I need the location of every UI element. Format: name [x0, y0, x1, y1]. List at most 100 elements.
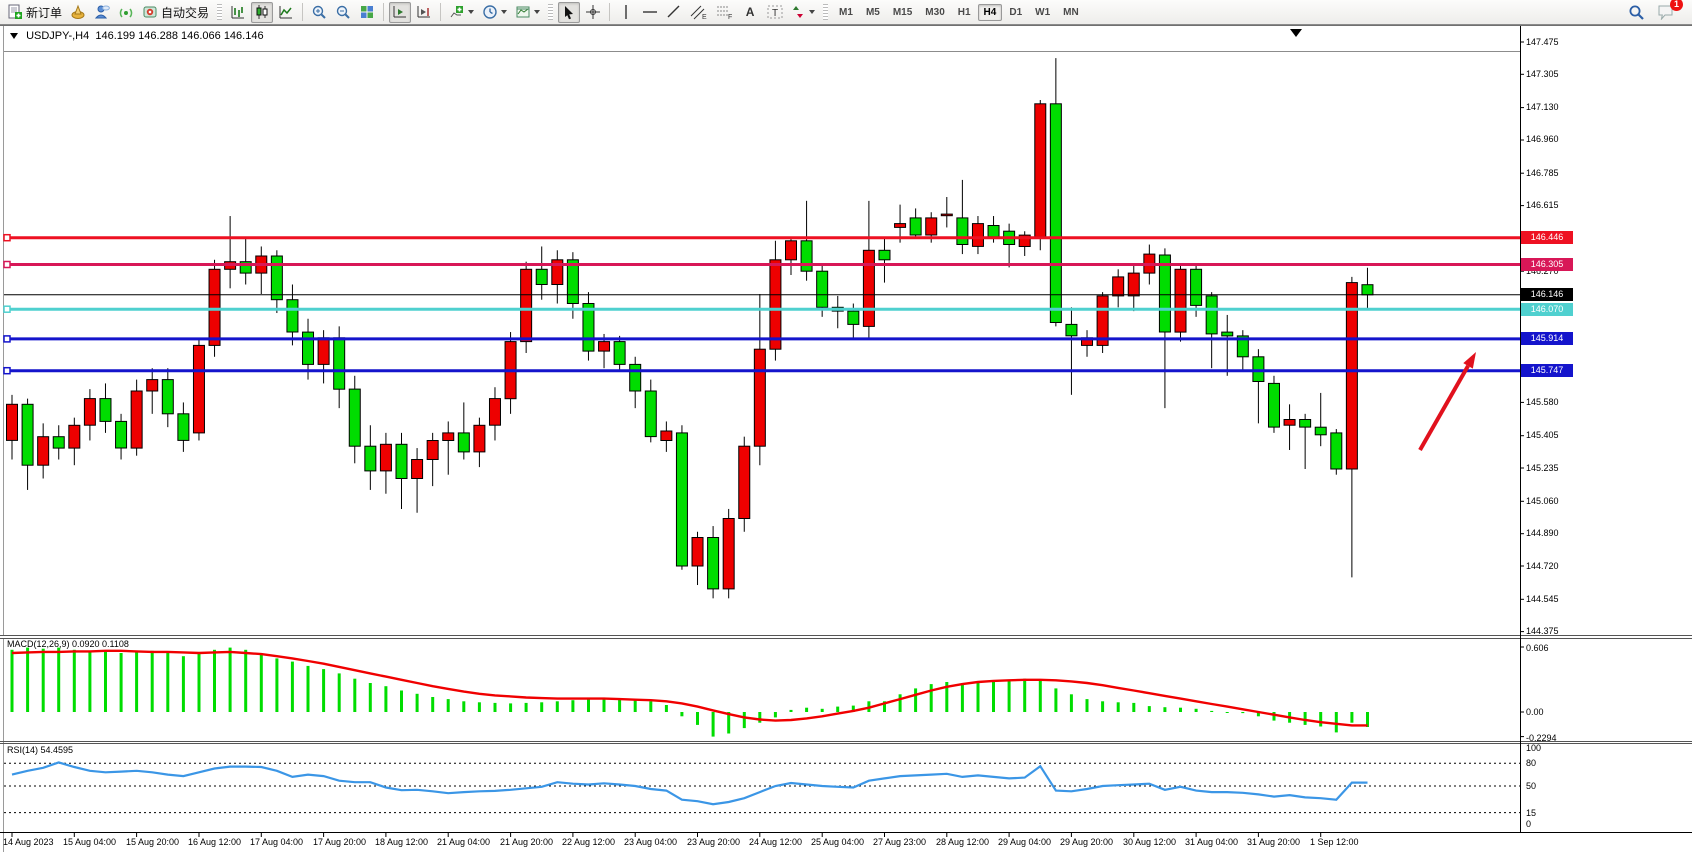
price-level-label: 146.446 — [1521, 231, 1573, 244]
toolbar-grip[interactable] — [823, 4, 828, 20]
time-label: 1 Sep 12:00 — [1310, 837, 1359, 847]
time-label: 29 Aug 20:00 — [1060, 837, 1113, 847]
macd-tick: 0.606 — [1526, 643, 1586, 653]
zoom-in-icon — [311, 4, 327, 20]
tile-windows-button[interactable] — [356, 2, 378, 23]
publish-button[interactable] — [67, 2, 89, 23]
price-level-label: 145.914 — [1521, 332, 1573, 345]
horizontal-line-button[interactable] — [639, 2, 661, 23]
time-label: 18 Aug 12:00 — [375, 837, 428, 847]
chart-canvas[interactable] — [0, 0, 1692, 854]
chevron-down-icon — [534, 10, 540, 14]
periods-button[interactable] — [479, 2, 510, 23]
symbol-timeframe: USDJPY-,H4 — [26, 30, 89, 42]
cursor-icon — [562, 5, 576, 20]
clock-icon — [482, 4, 498, 20]
arrows-button[interactable] — [789, 2, 818, 23]
horizontal-line-icon — [642, 6, 658, 18]
time-label: 23 Aug 04:00 — [624, 837, 677, 847]
time-label: 22 Aug 12:00 — [562, 837, 615, 847]
line-chart-icon — [278, 4, 294, 20]
toolbar-grip[interactable] — [217, 4, 222, 20]
time-label: 28 Aug 12:00 — [936, 837, 989, 847]
price-tick: 144.720 — [1526, 561, 1586, 571]
price-tick: 144.890 — [1526, 528, 1586, 538]
rsi-tick: 80 — [1526, 758, 1586, 768]
time-label: 14 Aug 2023 — [3, 837, 54, 847]
timeframe-m30-button[interactable]: M30 — [919, 4, 950, 21]
time-label: 31 Aug 20:00 — [1247, 837, 1300, 847]
time-label: 25 Aug 04:00 — [811, 837, 864, 847]
new-order-icon — [7, 4, 23, 20]
chevron-down-icon — [809, 10, 815, 14]
timeframe-m1-button[interactable]: M1 — [833, 4, 859, 21]
timeframe-d1-button[interactable]: D1 — [1003, 4, 1028, 21]
chart-line-button[interactable] — [275, 2, 297, 23]
zoom-in-button[interactable] — [308, 2, 330, 23]
time-label: 24 Aug 12:00 — [749, 837, 802, 847]
fibonacci-icon: F — [716, 4, 734, 20]
vertical-line-button[interactable] — [615, 2, 637, 23]
indicators-button[interactable] — [446, 2, 477, 23]
chart-bars-button[interactable] — [227, 2, 249, 23]
price-tick: 145.580 — [1526, 397, 1586, 407]
auto-scroll-button[interactable] — [389, 2, 411, 23]
price-tick: 147.475 — [1526, 37, 1586, 47]
timeframe-mn-button[interactable]: MN — [1057, 4, 1085, 21]
rsi-tick: 0 — [1526, 819, 1586, 829]
timeframe-h1-button[interactable]: H1 — [952, 4, 977, 21]
signals-button[interactable] — [115, 2, 137, 23]
search-button[interactable] — [1625, 2, 1648, 23]
price-tick: 144.545 — [1526, 594, 1586, 604]
svg-text:F: F — [728, 14, 732, 20]
crosshair-button[interactable] — [582, 2, 604, 23]
time-label: 21 Aug 20:00 — [500, 837, 553, 847]
chart-shift-button[interactable] — [413, 2, 435, 23]
chevron-down-icon — [501, 10, 507, 14]
channel-button[interactable]: E — [687, 2, 711, 23]
text-label-button[interactable]: T — [763, 2, 787, 23]
fibonacci-button[interactable]: F — [713, 2, 737, 23]
price-tick: 145.235 — [1526, 463, 1586, 473]
rsi-label: RSI(14) 54.4595 — [7, 745, 73, 755]
chart-shift-icon — [416, 4, 432, 20]
price-level-label: 145.747 — [1521, 364, 1573, 377]
notifications-button[interactable]: 1 — [1654, 2, 1678, 23]
rsi-layer — [12, 762, 1368, 804]
templates-button[interactable] — [512, 2, 543, 23]
svg-text:T: T — [772, 8, 778, 19]
rsi-tick: 15 — [1526, 808, 1586, 818]
macd-label: MACD(12,26,9) 0.0920 0.1108 — [7, 639, 129, 649]
new-order-button[interactable]: 新订单 — [4, 2, 65, 23]
ohlc-quote: 146.199 146.288 146.066 146.146 — [95, 30, 263, 42]
toolbar-grip[interactable] — [548, 4, 553, 20]
toolbar: 新订单 自动交易 — [0, 0, 1692, 25]
auto-trading-label: 自动交易 — [161, 4, 209, 21]
mt4-window: 新订单 自动交易 — [0, 0, 1692, 854]
text-button[interactable]: A — [739, 2, 761, 23]
macd-tick: 0.00 — [1526, 707, 1586, 717]
auto-scroll-icon — [392, 4, 408, 20]
symbol-menu-icon[interactable] — [10, 33, 18, 39]
auto-trading-button[interactable]: 自动交易 — [139, 2, 212, 23]
timeframe-m5-button[interactable]: M5 — [860, 4, 886, 21]
community-button[interactable] — [91, 2, 113, 23]
timeframe-m15-button[interactable]: M15 — [887, 4, 918, 21]
person-icon — [94, 4, 110, 20]
chart-title: USDJPY-,H4 146.199 146.288 146.066 146.1… — [10, 30, 264, 42]
timeframe-w1-button[interactable]: W1 — [1029, 4, 1056, 21]
cursor-button[interactable] — [558, 2, 580, 23]
rsi-tick: 100 — [1526, 743, 1586, 753]
trendline-button[interactable] — [663, 2, 685, 23]
rsi-tick: 50 — [1526, 781, 1586, 791]
timeframe-h4-button[interactable]: H4 — [978, 4, 1003, 21]
time-label: 16 Aug 12:00 — [188, 837, 241, 847]
zoom-out-button[interactable] — [332, 2, 354, 23]
time-label: 17 Aug 04:00 — [250, 837, 303, 847]
time-label: 21 Aug 04:00 — [437, 837, 490, 847]
chart-candles-button[interactable] — [251, 2, 273, 23]
label-tool-icon: T — [766, 4, 784, 20]
new-order-label: 新订单 — [26, 4, 62, 21]
price-tick: 146.960 — [1526, 134, 1586, 144]
price-tick: 146.615 — [1526, 200, 1586, 210]
